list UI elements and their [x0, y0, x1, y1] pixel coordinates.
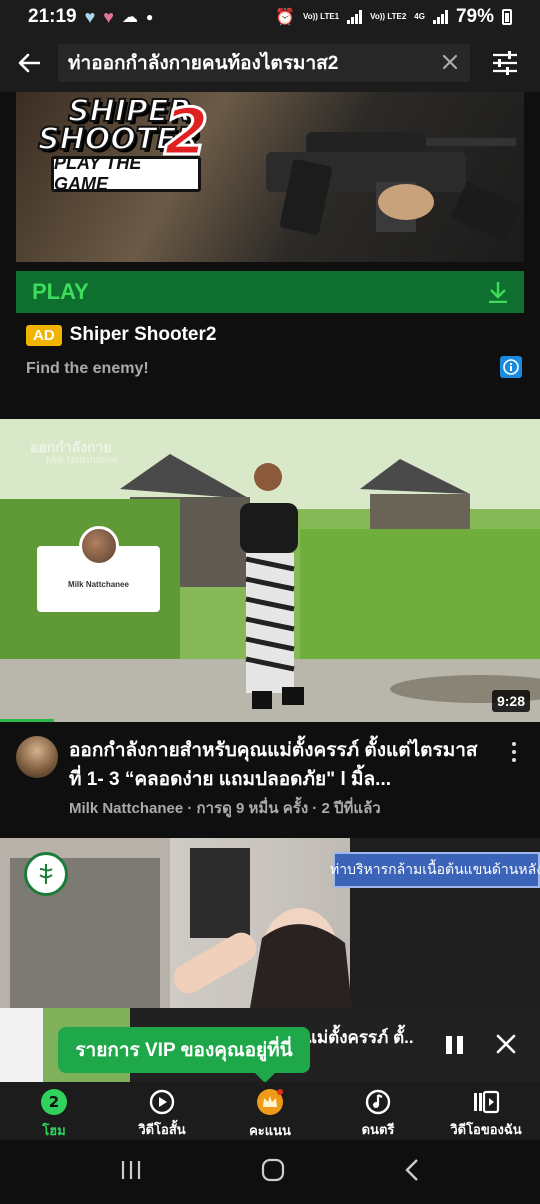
more-options-icon[interactable] [510, 742, 518, 762]
recent-apps-button[interactable] [120, 1159, 142, 1186]
caduceus-icon [39, 864, 53, 884]
nav-label-library: วิดีโอของฉัน [450, 1122, 522, 1137]
video-thumbnail[interactable]: ออกกำลังกาย Milk Nattchanee Milk Nattcha… [0, 419, 540, 722]
ministry-logo-icon [24, 852, 68, 896]
home-circle-icon [261, 1158, 285, 1181]
library-icon [472, 1088, 500, 1115]
music-icon [364, 1088, 392, 1115]
system-navigation-bar [0, 1140, 540, 1204]
video-duration: 9:28 [491, 690, 530, 712]
video-subtitle: Milk Nattchanee · การดู 9 หมื่น ครั้ง · … [69, 800, 381, 817]
cloud-icon: ☁ [121, 9, 138, 26]
thumbnail-watermark-sub: Milk Nattchanee [46, 455, 118, 466]
nav-item-shorts[interactable]: วิดีโอสั้น [108, 1082, 216, 1140]
info-icon [503, 359, 519, 375]
battery-percent: 79% [455, 6, 494, 27]
heart-icon: ♥ [103, 6, 114, 27]
ad-info[interactable]: AD Shiper Shooter2 Find the enemy! [26, 324, 526, 378]
thumbnail-name-card: Milk Nattchanee [37, 526, 160, 612]
chevron-left-icon [405, 1158, 419, 1181]
ad-play-the-game: PLAY THE GAME [51, 153, 201, 194]
pause-icon[interactable] [446, 1036, 463, 1054]
battery-icon [502, 9, 512, 25]
signal-icon [347, 10, 363, 24]
nav-item-home[interactable]: 2 โฮม [0, 1082, 108, 1140]
bottom-navigation: 2 โฮม วิดีโอสั้น คะแนน ดนตรี วิดีโอของฉั… [0, 1082, 540, 1140]
home-icon: 2 [40, 1088, 68, 1116]
card-avatar [79, 526, 119, 566]
back-nav-button[interactable] [404, 1158, 420, 1187]
network-label-2: Vo)) LTE2 [370, 12, 407, 21]
nav-label-shorts: วิดีโอสั้น [138, 1122, 186, 1137]
video-title[interactable]: ออกกำลังกายสำหรับคุณแม่ตั้งครรภ์ ตั้งแต่… [69, 736, 487, 794]
status-right: ⏰ Vo)) LTE1 Vo)) LTE2 4G 79% [275, 6, 512, 28]
signal-icon [432, 10, 448, 24]
ad-info-icon[interactable] [500, 356, 522, 378]
recent-apps-icon [121, 1160, 140, 1179]
video-thumbnail-2[interactable]: ท่าบริหารกล้ามเนื้อต้นแขนด้านหลัง [0, 838, 540, 1008]
status-time: 21:19 [28, 6, 77, 27]
download-icon [489, 282, 507, 303]
close-icon [442, 54, 458, 70]
ad-title: Shiper Shooter2 [69, 324, 217, 345]
filter-button[interactable] [470, 51, 540, 75]
thumbnail-banner-text: ท่าบริหารกล้ามเนื้อต้นแขนด้านหลัง [330, 852, 540, 888]
crown-icon [256, 1088, 284, 1116]
search-header: ท่าออกกำลังกายคนท้องไตรมาส2 [0, 34, 540, 92]
ad-play-label: PLAY [32, 279, 89, 304]
mini-player-title[interactable]: แม่ตั้งครรภ์ ตั้.. [306, 1024, 430, 1051]
mini-player-close-icon[interactable] [496, 1030, 516, 1060]
search-query: ท่าออกกำลังกายคนท้องไตรมาส2 [68, 53, 339, 74]
nav-label-points: คะแนน [249, 1123, 291, 1138]
network-type: 4G [414, 12, 425, 21]
vip-tooltip[interactable]: รายการ VIP ของคุณอยู่ที่นี่ [58, 1027, 310, 1083]
channel-avatar[interactable] [16, 736, 58, 778]
nav-label-home: โฮม [42, 1123, 66, 1138]
ad-banner-image[interactable]: SHIPER SHOOTER 2 PLAY THE GAME [16, 92, 524, 262]
rifle-icon [266, 132, 522, 243]
heart-icon: ♥ [84, 6, 96, 27]
upload-age: 2 ปีที่แล้ว [321, 800, 381, 817]
close-icon [496, 1034, 516, 1054]
watch-progress-bar [0, 719, 54, 722]
back-arrow-icon [18, 53, 40, 73]
home-button[interactable] [261, 1158, 285, 1187]
search-input[interactable]: ท่าออกกำลังกายคนท้องไตรมาส2 [58, 44, 470, 82]
status-bar: 21:19 ♥ ♥ ☁ ● ⏰ Vo)) LTE1 Vo)) LTE2 4G 7… [0, 0, 540, 34]
filter-icon [493, 51, 517, 75]
clear-search-button[interactable] [430, 50, 470, 76]
nav-item-library[interactable]: วิดีโอของฉัน [432, 1082, 540, 1140]
back-button[interactable] [0, 34, 58, 92]
card-name: Milk Nattchanee [68, 580, 129, 589]
shorts-icon [148, 1088, 176, 1115]
video-metadata[interactable]: ออกกำลังกายสำหรับคุณแม่ตั้งครรภ์ ตั้งแต่… [0, 736, 540, 826]
ad-title-row: AD Shiper Shooter2 [26, 324, 526, 346]
nav-item-points[interactable]: คะแนน [216, 1082, 324, 1140]
view-count: การดู 9 หมื่น ครั้ง [196, 800, 309, 817]
dot-icon: ● [145, 10, 154, 24]
ad-play-button[interactable]: PLAY [16, 271, 524, 313]
nav-item-music[interactable]: ดนตรี [324, 1082, 432, 1140]
home-badge: 2 [49, 1093, 59, 1111]
status-left: 21:19 ♥ ♥ ☁ ● [28, 6, 153, 28]
network-label-1: Vo)) LTE1 [302, 12, 340, 21]
nav-label-music: ดนตรี [361, 1122, 395, 1137]
ad-badge: AD [26, 324, 62, 346]
channel-name: Milk Nattchanee [69, 800, 184, 817]
ad-description: Find the enemy! [26, 360, 149, 377]
alarm-icon: ⏰ [275, 9, 295, 26]
